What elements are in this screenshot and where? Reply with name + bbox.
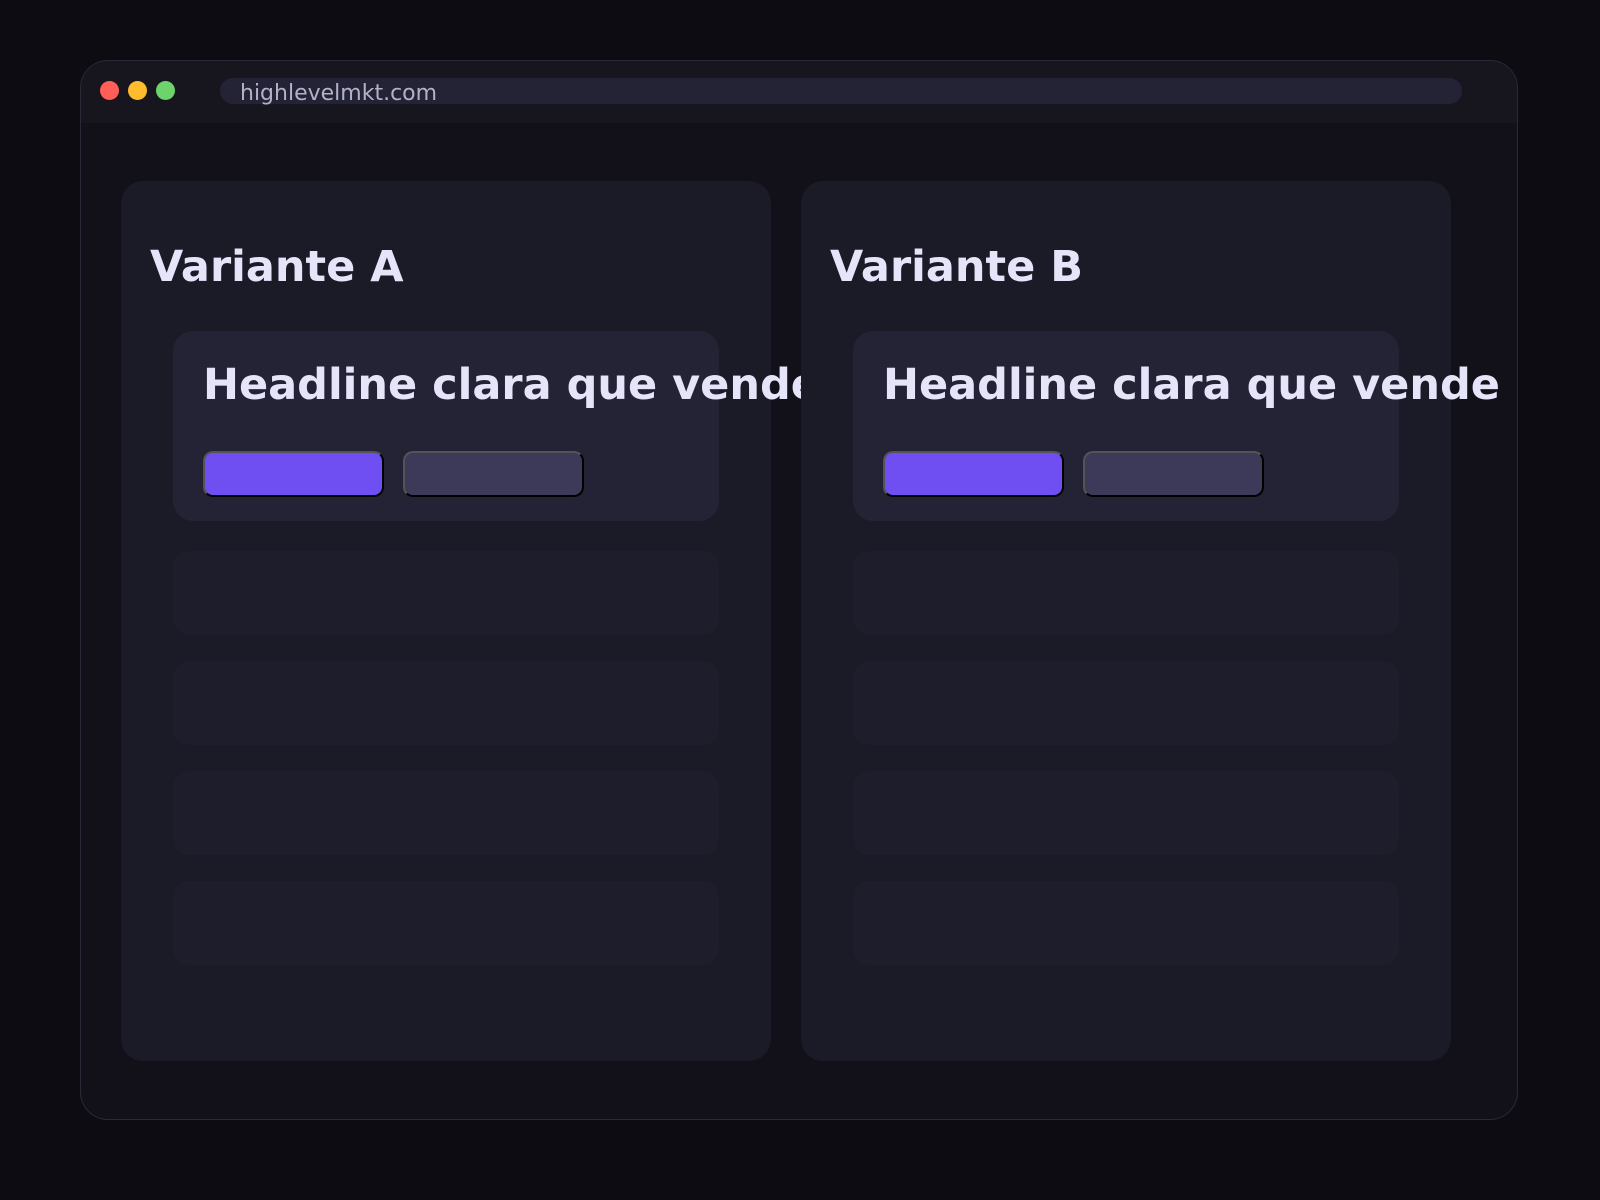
variant-a-panel: Variante A Headline clara que vende: [121, 181, 820, 1061]
browser-titlebar: highlevelmkt.com: [81, 61, 1517, 123]
variant-a-title: Variante A: [150, 241, 404, 292]
browser-window: highlevelmkt.com Variante A Headline cla…: [80, 60, 1518, 1120]
close-window-button[interactable]: [100, 81, 119, 100]
variant-b-headline: Headline clara que vende: [883, 360, 1500, 410]
variant-a-placeholder-block: [173, 881, 719, 965]
variant-b-placeholder-block: [853, 551, 1399, 635]
variant-b-placeholder-block: [853, 771, 1399, 855]
variant-a-primary-cta-button[interactable]: [203, 451, 384, 497]
variant-a-headline: Headline clara que vende: [203, 360, 820, 410]
url-text: highlevelmkt.com: [240, 81, 438, 106]
variant-b-title: Variante B: [830, 241, 1083, 292]
minimize-window-button[interactable]: [128, 81, 147, 100]
variant-a-placeholder-block: [173, 771, 719, 855]
variant-a-placeholder-block: [173, 661, 719, 745]
address-bar[interactable]: highlevelmkt.com: [220, 78, 1462, 106]
variant-b-primary-cta-button[interactable]: [883, 451, 1064, 497]
variant-b-placeholder-block: [853, 661, 1399, 745]
variant-b-secondary-cta-button[interactable]: [1083, 451, 1264, 497]
variant-a-secondary-cta-button[interactable]: [403, 451, 584, 497]
variant-a-placeholder-block: [173, 551, 719, 635]
variant-a-hero: Headline clara que vende: [173, 331, 820, 521]
variant-b-placeholder-block: [853, 881, 1399, 965]
maximize-window-button[interactable]: [156, 81, 175, 100]
variant-b-panel: Variante B Headline clara que vende: [801, 181, 1500, 1061]
variant-b-hero: Headline clara que vende: [853, 331, 1500, 521]
